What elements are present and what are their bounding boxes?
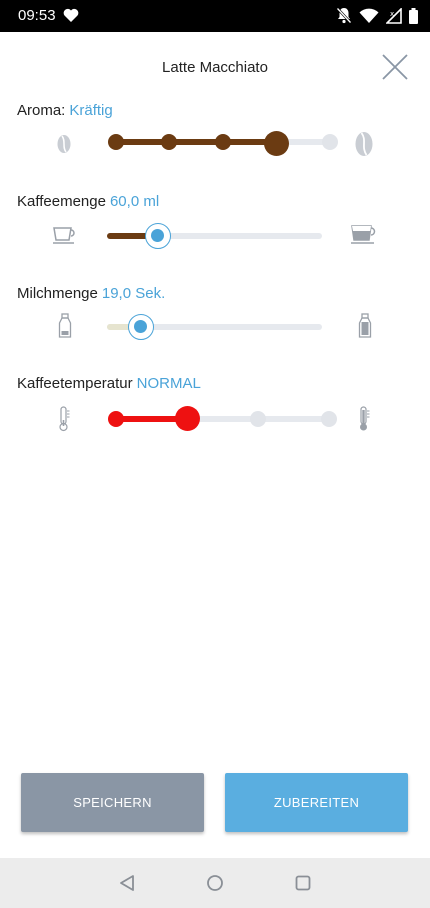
temperature-value: NORMAL [136, 375, 201, 392]
aroma-step-1[interactable] [108, 134, 124, 150]
signal-icon: x [385, 6, 402, 29]
save-button[interactable]: SPEICHERN [21, 773, 204, 832]
thermometer-icon [57, 406, 71, 437]
temperature-thumb[interactable] [175, 406, 200, 431]
status-time: 09:53 [18, 7, 56, 24]
battery-icon [409, 7, 418, 29]
aroma-value: Kräftig [69, 102, 113, 119]
cup-icon [350, 223, 378, 250]
coffee-bean-icon [354, 131, 374, 162]
temperature-title: Kaffeetemperatur [17, 375, 133, 392]
milk-bottle-icon [58, 313, 72, 344]
close-icon[interactable] [380, 52, 410, 82]
milk-amount-value: 19,0 Sek. [101, 285, 166, 302]
aroma-label: Aroma: Kräftig [17, 102, 113, 119]
coffee-amount-thumb[interactable] [145, 223, 171, 249]
prepare-button[interactable]: ZUBEREITEN [225, 773, 408, 832]
coffee-amount-value: 60,0 ml [109, 193, 160, 210]
milk-amount-thumb[interactable] [128, 314, 154, 340]
back-icon[interactable] [118, 874, 136, 897]
cup-icon [52, 225, 78, 250]
milk-amount-label: Milchmenge 19,0 Sek. [17, 285, 165, 302]
bell-off-icon [336, 7, 352, 29]
aroma-title: Aroma: [17, 102, 66, 119]
thermometer-icon [357, 406, 371, 437]
temperature-step-3[interactable] [250, 411, 266, 427]
temperature-step-1[interactable] [108, 411, 124, 427]
coffee-amount-label: Kaffeemenge 60,0 ml [17, 193, 159, 210]
header: Latte Macchiato [0, 32, 430, 102]
aroma-track-fill [116, 139, 276, 145]
recents-icon[interactable] [295, 875, 311, 896]
aroma-step-5[interactable] [322, 134, 338, 150]
home-icon[interactable] [206, 874, 224, 897]
temperature-label: Kaffeetemperatur NORMAL [17, 375, 201, 392]
aroma-thumb[interactable] [264, 131, 289, 156]
aroma-step-2[interactable] [161, 134, 177, 150]
navigation-bar [0, 858, 430, 908]
coffee-amount-title: Kaffeemenge [17, 193, 106, 210]
milk-amount-title: Milchmenge [17, 285, 98, 302]
aroma-step-3[interactable] [215, 134, 231, 150]
page-title: Latte Macchiato [162, 59, 268, 76]
milk-bottle-icon [358, 313, 372, 344]
temperature-step-4[interactable] [321, 411, 337, 427]
svg-text:x: x [390, 10, 394, 18]
wifi-icon [359, 8, 379, 29]
status-bar: 09:53 x [0, 0, 430, 32]
coffee-bean-icon [56, 134, 72, 159]
heart-icon [63, 8, 79, 28]
